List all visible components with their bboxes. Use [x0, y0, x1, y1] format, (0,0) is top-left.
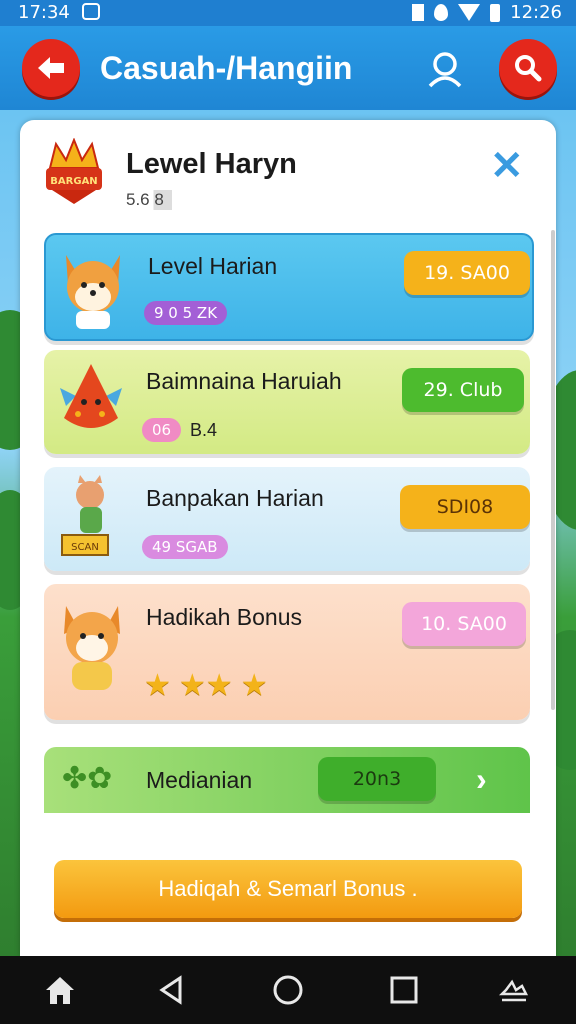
bird-avatar-icon [60, 364, 122, 428]
row-badge: 9 0 5 ZK [144, 301, 228, 325]
reward-button[interactable]: 10. SA00 [402, 602, 526, 646]
fox-avatar-icon [66, 255, 120, 329]
modal-title: Lewel Haryn [126, 148, 297, 180]
status-bar: 17:34 12:26 [0, 0, 576, 26]
notification-icon [82, 3, 100, 20]
crown-text: BARGAN [50, 176, 97, 187]
star-icon: ★ [240, 669, 268, 702]
row-label: Baimnaina Haruiah [146, 368, 342, 394]
scrollbar[interactable] [551, 230, 555, 710]
modal-subtitle: 5.6 8 [126, 190, 172, 210]
home-icon[interactable] [44, 974, 76, 1006]
user-icon[interactable] [426, 50, 464, 88]
reward-button[interactable]: SDI08 [400, 485, 530, 529]
location-icon [434, 4, 449, 21]
reward-button[interactable]: 20n3 [318, 757, 436, 801]
app-bar: Casuah-/Hangiin [0, 26, 576, 110]
status-icons: 12:26 [412, 2, 562, 23]
crown-badge-icon: BARGAN [46, 138, 102, 204]
row-badge: 49 SGAB [142, 535, 228, 559]
clover-icon: ✤✿ [62, 762, 113, 795]
cat-with-sign-avatar-icon: SCAN [61, 475, 109, 556]
close-icon[interactable]: ✕ [490, 146, 524, 186]
cat-avatar-icon [64, 606, 120, 690]
list-item-level-harian[interactable]: Level Harian 9 0 5 ZK 19. SA00 [44, 233, 534, 341]
claim-bonus-button[interactable]: Hadiqah & Semarl Bonus . [54, 860, 522, 918]
system-nav-bar [0, 956, 576, 1024]
list-item-baimnaina-haruiah[interactable]: Baimnaina Haruiah 06 B.4 29. Club [44, 350, 530, 454]
row-label: Level Harian [148, 253, 278, 279]
list-item-banpakan-harian[interactable]: SCAN Banpakan Harian 49 SGAB SDI08 [44, 467, 530, 571]
chevron-right-icon[interactable]: › [476, 761, 487, 798]
reward-button[interactable]: 29. Club [402, 368, 524, 412]
app-title: Casuah-/Hangiin [100, 50, 353, 86]
star-icon: ★★ [178, 669, 233, 702]
recent-apps-icon[interactable] [388, 974, 420, 1006]
daily-level-modal: BARGAN Lewel Haryn 5.6 8 ✕ Level Harian … [20, 120, 556, 956]
row-badge: 06 [142, 418, 182, 442]
star-rating: ★ ★★ ★ [144, 668, 268, 703]
mute-icon [412, 4, 425, 21]
search-icon [515, 55, 542, 82]
status-clock: 12:26 [510, 2, 562, 23]
reward-button[interactable]: 19. SA00 [404, 251, 530, 295]
back-arrow-icon [38, 57, 64, 79]
list-item-medianian[interactable]: ✤✿ Medianian 20n3 › [44, 747, 530, 813]
search-button[interactable] [499, 39, 557, 97]
row-label: Hadikah Bonus [146, 604, 302, 630]
row-badge-extra: B.4 [190, 420, 218, 440]
keyboard-toggle-icon[interactable] [498, 974, 530, 1006]
row-label: Banpakan Harian [146, 485, 324, 511]
home-circle-icon[interactable] [272, 974, 304, 1006]
status-time: 17:34 [18, 2, 70, 23]
row-label: Medianian [146, 767, 253, 793]
sign-text: SCAN [71, 542, 99, 553]
battery-icon [490, 3, 501, 22]
back-nav-icon[interactable] [156, 974, 188, 1006]
wifi-icon [458, 4, 481, 21]
star-icon: ★ [144, 669, 171, 702]
back-button[interactable] [22, 39, 80, 97]
list-item-hadikah-bonus[interactable]: Hadikah Bonus ★ ★★ ★ 10. SA00 [44, 584, 530, 720]
